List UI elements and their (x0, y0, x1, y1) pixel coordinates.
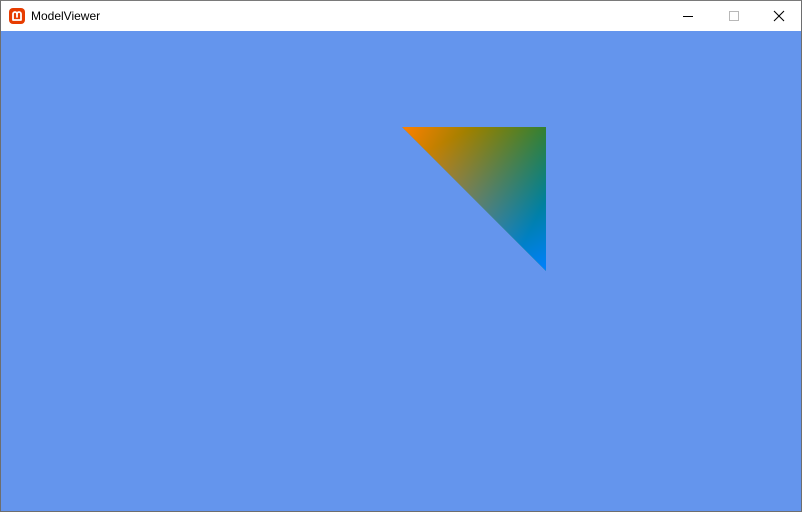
title-bar[interactable]: ModelViewer (1, 1, 801, 31)
render-viewport[interactable] (1, 31, 801, 511)
maximize-button[interactable] (711, 1, 757, 31)
maximize-icon (729, 11, 739, 21)
scene-canvas (1, 31, 801, 511)
close-icon (773, 10, 785, 22)
close-button[interactable] (756, 1, 802, 31)
monogame-logo-icon (9, 8, 25, 24)
app-window: ModelViewer (0, 0, 802, 512)
window-title: ModelViewer (31, 9, 101, 23)
minimize-button[interactable] (665, 1, 711, 31)
scene-background (1, 31, 801, 511)
minimize-icon (683, 16, 693, 17)
